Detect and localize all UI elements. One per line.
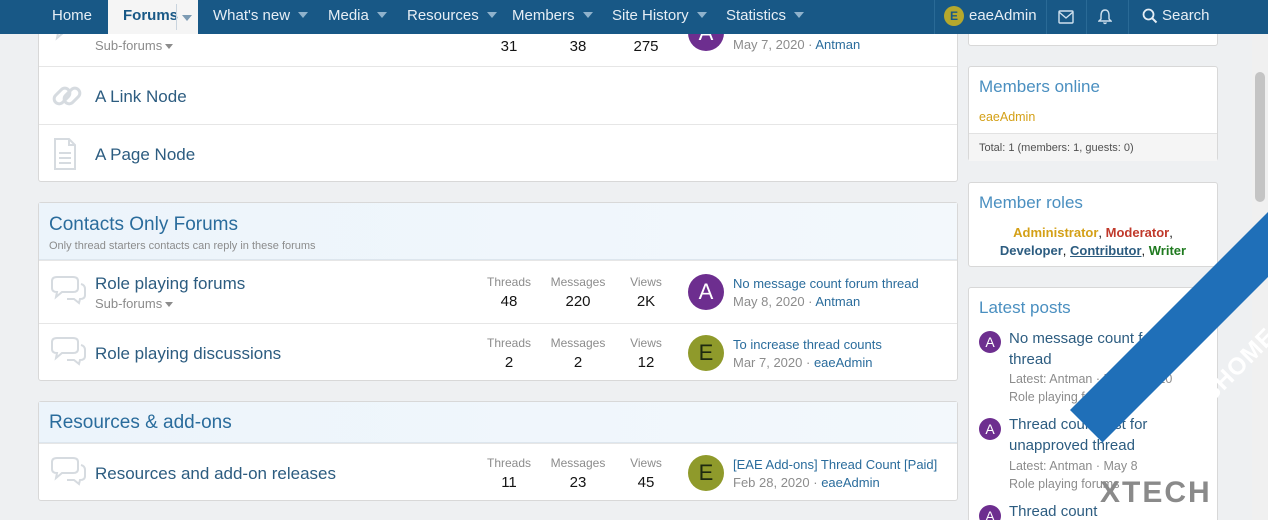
last-post-title[interactable]: No message count forum thread: [733, 276, 919, 291]
forum-block: Contacts Only Forums Only thread starter…: [38, 202, 958, 381]
link-icon: [52, 86, 82, 106]
avatar[interactable]: A: [979, 418, 1001, 440]
messages-count: 38: [569, 38, 587, 55]
nav-statistics[interactable]: Statistics: [726, 0, 805, 34]
chevron-down-icon: [165, 44, 174, 49]
role-writer[interactable]: Writer: [1149, 243, 1186, 258]
last-post-meta: May 7, 2020 · Antman: [733, 37, 861, 52]
chevron-down-icon[interactable]: [794, 12, 805, 18]
last-post-meta: Mar 7, 2020 · eaeAdmin: [733, 355, 873, 370]
block-description: Only thread starters contacts can reply …: [49, 240, 316, 252]
chevron-down-icon[interactable]: [486, 12, 497, 18]
members-online-block: Members online eaeAdmin Total: 1 (member…: [968, 66, 1218, 161]
block-title[interactable]: Resources & add-ons: [49, 412, 232, 434]
node-title[interactable]: Resources and add-on releases: [95, 464, 336, 484]
chevron-down-icon[interactable]: [176, 4, 196, 30]
forum-row[interactable]: Resources and add-on releases Threads 11 …: [39, 443, 957, 501]
forum-row[interactable]: A Link Node: [39, 66, 957, 124]
chevron-down-icon[interactable]: [376, 12, 387, 18]
forum-row[interactable]: Role playing discussions Threads 2 Messag…: [39, 323, 957, 381]
account-button[interactable]: E eaeAdmin: [934, 0, 1046, 34]
node-title[interactable]: Role playing forums: [95, 274, 245, 294]
last-post-title[interactable]: To increase thread counts: [733, 337, 882, 352]
role-administrator[interactable]: Administrator: [1013, 225, 1098, 240]
forum-row[interactable]: A Page Node: [39, 124, 957, 182]
latest-post-meta: Latest: Antman · May 8: [1009, 459, 1138, 473]
page-icon: [54, 138, 76, 170]
messages-stat: Messages 23: [550, 456, 606, 491]
watermark-logo: XTECH: [1100, 476, 1212, 509]
threads-stat: Threads 48: [486, 275, 532, 310]
online-total: Total: 1 (members: 1, guests: 0): [969, 133, 1217, 161]
messages-stat: Messages 2: [550, 336, 606, 371]
chevron-down-icon[interactable]: [582, 12, 593, 18]
last-post-user[interactable]: Antman: [815, 37, 860, 52]
nav-resources[interactable]: Resources: [407, 0, 497, 34]
chevron-down-icon[interactable]: [298, 12, 309, 18]
member-roles-block: Member roles Administrator, Moderator, D…: [968, 182, 1218, 267]
block-header: Contacts Only Forums Only thread starter…: [39, 203, 957, 260]
search-button[interactable]: Search: [1128, 0, 1252, 34]
roles-list: Administrator, Moderator, Developer, Con…: [999, 225, 1187, 258]
inbox-button[interactable]: [1046, 0, 1086, 34]
last-post-user[interactable]: Antman: [815, 294, 860, 309]
avatar: E: [944, 6, 964, 26]
last-post-meta: Feb 28, 2020 · eaeAdmin: [733, 475, 880, 490]
alerts-button[interactable]: [1086, 0, 1126, 34]
role-developer[interactable]: Developer: [1000, 243, 1063, 258]
forum-block: Resources & add-ons Resources and add-on…: [38, 401, 958, 501]
messages-stat: Messages 220: [550, 275, 606, 310]
nav-whats-new[interactable]: What's new: [213, 0, 309, 34]
search-icon: [1142, 8, 1158, 24]
views-stat: Views 2K: [630, 275, 662, 310]
chevron-down-icon[interactable]: [696, 12, 707, 18]
subforums-toggle[interactable]: Sub-forums: [95, 296, 174, 311]
avatar[interactable]: A: [979, 331, 1001, 353]
last-post-title[interactable]: [EAE Add-ons] Thread Count [Paid]: [733, 457, 937, 472]
views-count: 275: [633, 38, 659, 55]
forum-row[interactable]: Role playing forums Sub-forums Threads 48…: [39, 260, 957, 323]
avatar[interactable]: A: [979, 505, 1001, 520]
avatar[interactable]: A: [688, 274, 724, 310]
block-title[interactable]: Members online: [979, 77, 1100, 97]
views-stat: Views 12: [630, 336, 662, 371]
threads-count: 31: [500, 38, 518, 55]
forum-block: Sub-forums 31 38 275 A May 7, 2020 · Ant…: [38, 10, 958, 182]
node-title[interactable]: Role playing discussions: [95, 344, 281, 364]
block-title[interactable]: Latest posts: [979, 298, 1071, 318]
last-post-user[interactable]: eaeAdmin: [814, 355, 873, 370]
top-navigation: Home Forums What's new Media Resources M…: [0, 0, 1268, 34]
last-post-meta: May 8, 2020 · Antman: [733, 294, 861, 309]
nav-media[interactable]: Media: [328, 0, 387, 34]
forum-icon: [51, 337, 86, 366]
subforums-toggle[interactable]: Sub-forums: [95, 38, 174, 53]
nav-members[interactable]: Members: [512, 0, 593, 34]
bell-icon: [1098, 9, 1112, 25]
avatar[interactable]: E: [688, 335, 724, 371]
forum-icon: [51, 457, 86, 486]
last-post-user[interactable]: eaeAdmin: [821, 475, 880, 490]
online-user[interactable]: eaeAdmin: [979, 110, 1035, 124]
threads-stat: Threads 11: [486, 456, 532, 491]
threads-stat: Threads 2: [486, 336, 532, 371]
block-title[interactable]: Contacts Only Forums: [49, 214, 238, 236]
block-title: Member roles: [979, 193, 1083, 212]
role-contributor[interactable]: Contributor: [1070, 243, 1141, 258]
views-stat: Views 45: [630, 456, 662, 491]
avatar[interactable]: E: [688, 455, 724, 491]
username: eaeAdmin: [969, 7, 1037, 24]
inbox-icon: [1058, 10, 1074, 24]
chevron-down-icon: [165, 302, 174, 307]
block-header: Resources & add-ons: [39, 402, 957, 443]
nav-home[interactable]: Home: [52, 0, 92, 34]
node-title[interactable]: A Link Node: [95, 87, 187, 107]
node-title[interactable]: A Page Node: [95, 145, 195, 165]
scrollbar-thumb[interactable]: [1255, 72, 1265, 202]
nav-site-history[interactable]: Site History: [612, 0, 707, 34]
role-moderator[interactable]: Moderator: [1106, 225, 1170, 240]
nav-forums[interactable]: Forums: [108, 0, 198, 34]
forum-icon: [51, 276, 86, 305]
